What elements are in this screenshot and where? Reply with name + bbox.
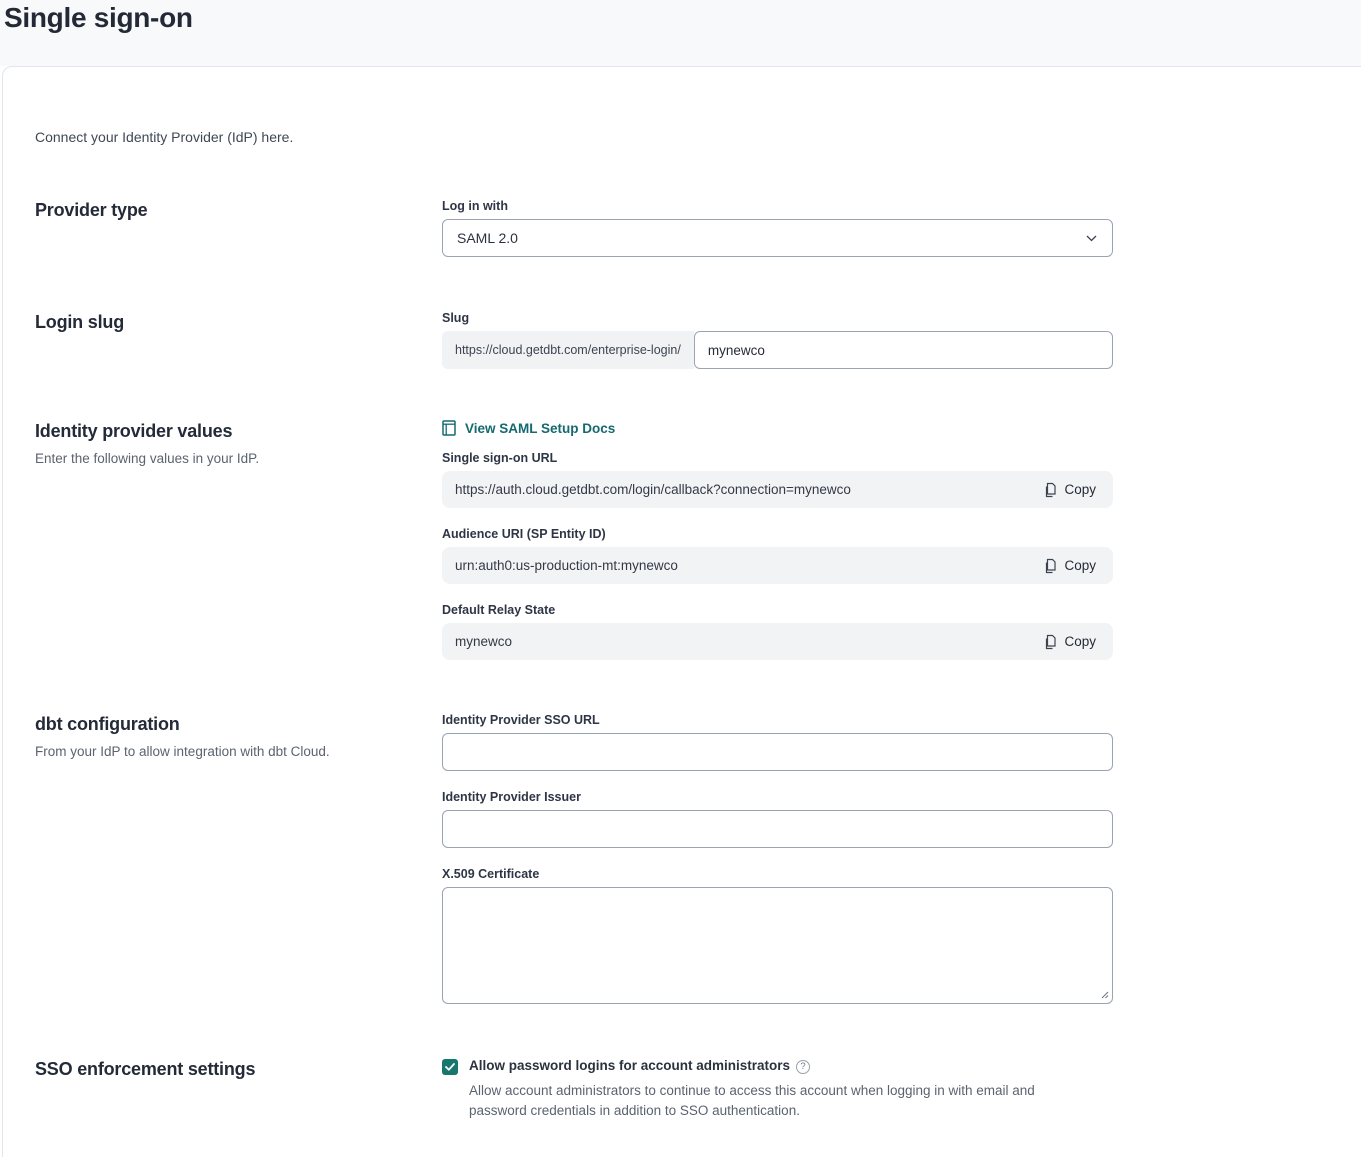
sso-url-label: Single sign-on URL	[442, 451, 1113, 465]
page-header: Single sign-on	[0, 0, 1361, 66]
copy-icon	[1043, 634, 1056, 650]
copy-relay-state-button[interactable]: Copy	[1043, 634, 1096, 650]
allow-password-logins-label[interactable]: Allow password logins for account admini…	[469, 1058, 810, 1074]
copy-sso-url-button[interactable]: Copy	[1043, 482, 1096, 498]
idp-issuer-input[interactable]	[442, 810, 1113, 848]
idp-sso-url-field: Identity Provider SSO URL	[442, 713, 1113, 771]
section-login-slug: Login slug Slug https://cloud.getdbt.com…	[35, 311, 1361, 369]
copy-button-label: Copy	[1064, 482, 1096, 497]
relay-state-label: Default Relay State	[442, 603, 1113, 617]
section-identity-provider-values: Identity provider values Enter the follo…	[35, 420, 1361, 660]
settings-card: Connect your Identity Provider (IdP) her…	[2, 66, 1361, 1157]
idp-sso-url-label: Identity Provider SSO URL	[442, 713, 1113, 727]
copy-button-label: Copy	[1064, 558, 1096, 573]
docs-link-label: View SAML Setup Docs	[465, 421, 615, 436]
certificate-field: X.509 Certificate	[442, 867, 1113, 1004]
idp-issuer-label: Identity Provider Issuer	[442, 790, 1113, 804]
dbt-config-heading: dbt configuration	[35, 714, 442, 735]
idp-sso-url-input[interactable]	[442, 733, 1113, 771]
copy-button-label: Copy	[1064, 634, 1096, 649]
section-provider-type: Provider type Log in with SAML 2.0	[35, 199, 1361, 257]
section-dbt-configuration: dbt configuration From your IdP to allow…	[35, 713, 1361, 1004]
sso-enforcement-heading: SSO enforcement settings	[35, 1059, 442, 1080]
idp-values-subheading: Enter the following values in your IdP.	[35, 451, 442, 466]
provider-type-heading: Provider type	[35, 200, 442, 221]
copy-audience-uri-button[interactable]: Copy	[1043, 558, 1096, 574]
slug-input[interactable]	[694, 331, 1113, 369]
idp-values-heading: Identity provider values	[35, 421, 442, 442]
sso-url-row: https://auth.cloud.getdbt.com/login/call…	[442, 471, 1113, 508]
slug-url-prefix: https://cloud.getdbt.com/enterprise-logi…	[442, 331, 694, 369]
sso-settings-page: Single sign-on Connect your Identity Pro…	[0, 0, 1361, 1157]
resize-handle-icon[interactable]	[1101, 991, 1109, 999]
audience-uri-label: Audience URI (SP Entity ID)	[442, 527, 1113, 541]
section-sso-enforcement: SSO enforcement settings Allow password …	[35, 1058, 1361, 1121]
audience-uri-field: Audience URI (SP Entity ID) urn:auth0:us…	[442, 527, 1113, 584]
relay-state-row: mynewco Copy	[442, 623, 1113, 660]
help-icon[interactable]: ?	[796, 1060, 810, 1074]
login-with-select[interactable]: SAML 2.0	[442, 219, 1113, 257]
allow-password-logins-checkbox[interactable]	[442, 1059, 458, 1075]
view-saml-setup-docs-link[interactable]: View SAML Setup Docs	[442, 420, 615, 436]
login-slug-heading: Login slug	[35, 312, 442, 333]
check-icon	[445, 1063, 455, 1071]
login-with-label: Log in with	[442, 199, 1113, 213]
relay-state-field: Default Relay State mynewco Copy	[442, 603, 1113, 660]
slug-label: Slug	[442, 311, 1113, 325]
allow-password-logins-description: Allow account administrators to continue…	[469, 1081, 1087, 1121]
sso-url-value: https://auth.cloud.getdbt.com/login/call…	[455, 482, 851, 497]
chevron-down-icon	[1086, 235, 1097, 242]
copy-icon	[1043, 482, 1056, 498]
login-with-selected-value: SAML 2.0	[457, 230, 518, 246]
relay-state-value: mynewco	[455, 634, 512, 649]
audience-uri-row: urn:auth0:us-production-mt:mynewco Copy	[442, 547, 1113, 584]
docs-icon	[442, 420, 456, 436]
sso-url-field: Single sign-on URL https://auth.cloud.ge…	[442, 451, 1113, 508]
idp-issuer-field: Identity Provider Issuer	[442, 790, 1113, 848]
page-title: Single sign-on	[0, 0, 1361, 34]
copy-icon	[1043, 558, 1056, 574]
intro-text: Connect your Identity Provider (IdP) her…	[35, 129, 1361, 145]
certificate-textarea[interactable]	[442, 887, 1113, 1004]
dbt-config-subheading: From your IdP to allow integration with …	[35, 744, 442, 759]
certificate-label: X.509 Certificate	[442, 867, 1113, 881]
slug-input-group: https://cloud.getdbt.com/enterprise-logi…	[442, 331, 1113, 369]
audience-uri-value: urn:auth0:us-production-mt:mynewco	[455, 558, 678, 573]
